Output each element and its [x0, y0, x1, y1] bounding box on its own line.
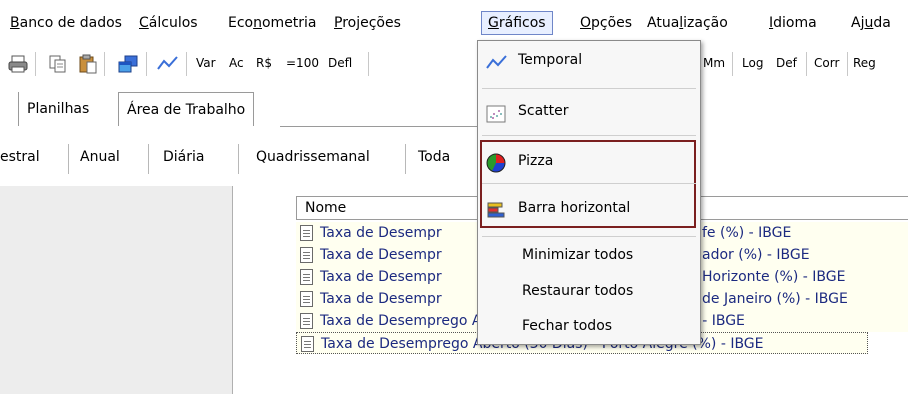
paste-icon[interactable] [78, 54, 98, 74]
series-name-suffix: fe (%) - IBGE [702, 225, 792, 241]
menu-item-label: Scatter [518, 103, 569, 119]
menu-idioma[interactable]: Idioma [763, 12, 823, 34]
menu-calculos[interactable]: Cálculos [133, 12, 204, 34]
toolbar-reg-button[interactable]: Reg [853, 56, 876, 70]
menu-econometria[interactable]: Econometria [222, 12, 323, 34]
toolbar-separator [806, 52, 807, 76]
menu-separator [482, 135, 696, 136]
toolbar-log-button[interactable]: Log [742, 56, 763, 70]
menu-item-minimizar-todos[interactable]: Minimizar todos [522, 247, 633, 263]
document-icon [300, 225, 313, 241]
document-icon [300, 313, 313, 329]
toolbar-separator [368, 52, 369, 76]
tab-todas[interactable]: Toda [418, 142, 450, 172]
document-icon [300, 269, 313, 285]
print-icon[interactable] [8, 54, 28, 74]
toolbar-defl-button[interactable]: Defl [328, 56, 352, 70]
menu-item-label: Pizza [518, 153, 554, 169]
copy-icon[interactable] [48, 54, 68, 74]
frequency-tabs: estral Anual Diária Quadrissemanal Toda [0, 136, 908, 180]
tab-separator [238, 144, 239, 174]
toolbar-mm-button[interactable]: Mm [703, 56, 725, 70]
toolbar-var-button[interactable]: Var [196, 56, 216, 70]
tab-separator [405, 144, 406, 174]
document-icon [301, 336, 314, 352]
tab-diaria[interactable]: Diária [163, 142, 204, 172]
series-name-suffix: de Janeiro (%) - IBGE [702, 291, 848, 307]
left-panel [0, 186, 233, 394]
series-name: Taxa de Desempr [320, 247, 442, 263]
bar-chart-icon [486, 199, 506, 218]
toolbar-ac-button[interactable]: Ac [229, 56, 244, 70]
toolbar-separator [847, 52, 848, 76]
pie-chart-icon [486, 152, 506, 173]
toolbar-separator [35, 52, 36, 76]
tab-anual[interactable]: Anual [80, 142, 120, 172]
menu-item-pizza[interactable]: Pizza [478, 144, 700, 178]
toolbar: Var Ac R$ =100 Defl Mm Log Def Corr Reg [0, 42, 908, 86]
menu-projecoes[interactable]: Projeções [328, 12, 407, 34]
menu-item-label: Barra horizontal [518, 200, 631, 216]
tab-area-de-trabalho[interactable]: Área de Trabalho [118, 92, 255, 126]
series-name: Taxa de Desempr [320, 225, 442, 241]
toolbar-separator [186, 52, 187, 76]
menu-banco-de-dados[interactable]: Banco de dados [4, 12, 128, 34]
menu-item-label: Temporal [518, 52, 583, 68]
menu-item-barra-horizontal[interactable]: Barra horizontal [478, 191, 700, 225]
series-name-suffix: Horizonte (%) - IBGE [702, 269, 846, 285]
toolbar-def-button[interactable]: Def [776, 56, 797, 70]
toolbar-separator [732, 52, 733, 76]
series-name-suffix: ador (%) - IBGE [702, 247, 810, 263]
menu-bar: Banco de dados Cálculos Econometria Proj… [0, 0, 908, 40]
menu-separator [482, 88, 696, 89]
line-chart-icon [486, 51, 507, 69]
document-icon [300, 291, 313, 307]
graficos-dropdown-menu: Temporal Scatter Pizza Barra horizontal … [477, 40, 701, 345]
menu-graficos[interactable]: Gráficos [481, 11, 553, 35]
toolbar-corr-button[interactable]: Corr [814, 56, 839, 70]
menu-item-scatter[interactable]: Scatter [478, 94, 700, 128]
menu-separator [482, 183, 696, 184]
tab-trimestral[interactable]: estral [0, 142, 40, 172]
menu-ajuda[interactable]: Ajuda [845, 12, 897, 34]
toolbar-separator [104, 52, 105, 76]
tab-separator [68, 144, 69, 174]
toolbar-base100-button[interactable]: =100 [286, 56, 319, 70]
scatter-icon [486, 102, 506, 123]
application-window: Banco de dados Cálculos Econometria Proj… [0, 0, 908, 394]
tab-planilhas[interactable]: Planilhas [18, 92, 97, 126]
toolbar-rs-button[interactable]: R$ [256, 56, 272, 70]
series-name: Taxa de Desempr [320, 269, 442, 285]
menu-opcoes[interactable]: Opções [574, 12, 638, 34]
main-tabs: Planilhas Área de Trabalho [0, 92, 908, 128]
tab-separator [148, 144, 149, 174]
line-chart-icon[interactable] [157, 54, 178, 74]
series-name: Taxa de Desempr [320, 291, 442, 307]
tab-quadrissemanal[interactable]: Quadrissemanal [256, 142, 370, 172]
document-icon [300, 247, 313, 263]
menu-atualizacao[interactable]: Atualização [641, 12, 734, 34]
menu-separator [482, 236, 696, 237]
menu-item-temporal[interactable]: Temporal [478, 43, 700, 77]
menu-item-restaurar-todos[interactable]: Restaurar todos [522, 283, 633, 299]
window-icon[interactable] [118, 54, 138, 74]
tabs-baseline [280, 126, 480, 127]
menu-item-fechar-todos[interactable]: Fechar todos [522, 318, 612, 334]
toolbar-separator [146, 52, 147, 76]
